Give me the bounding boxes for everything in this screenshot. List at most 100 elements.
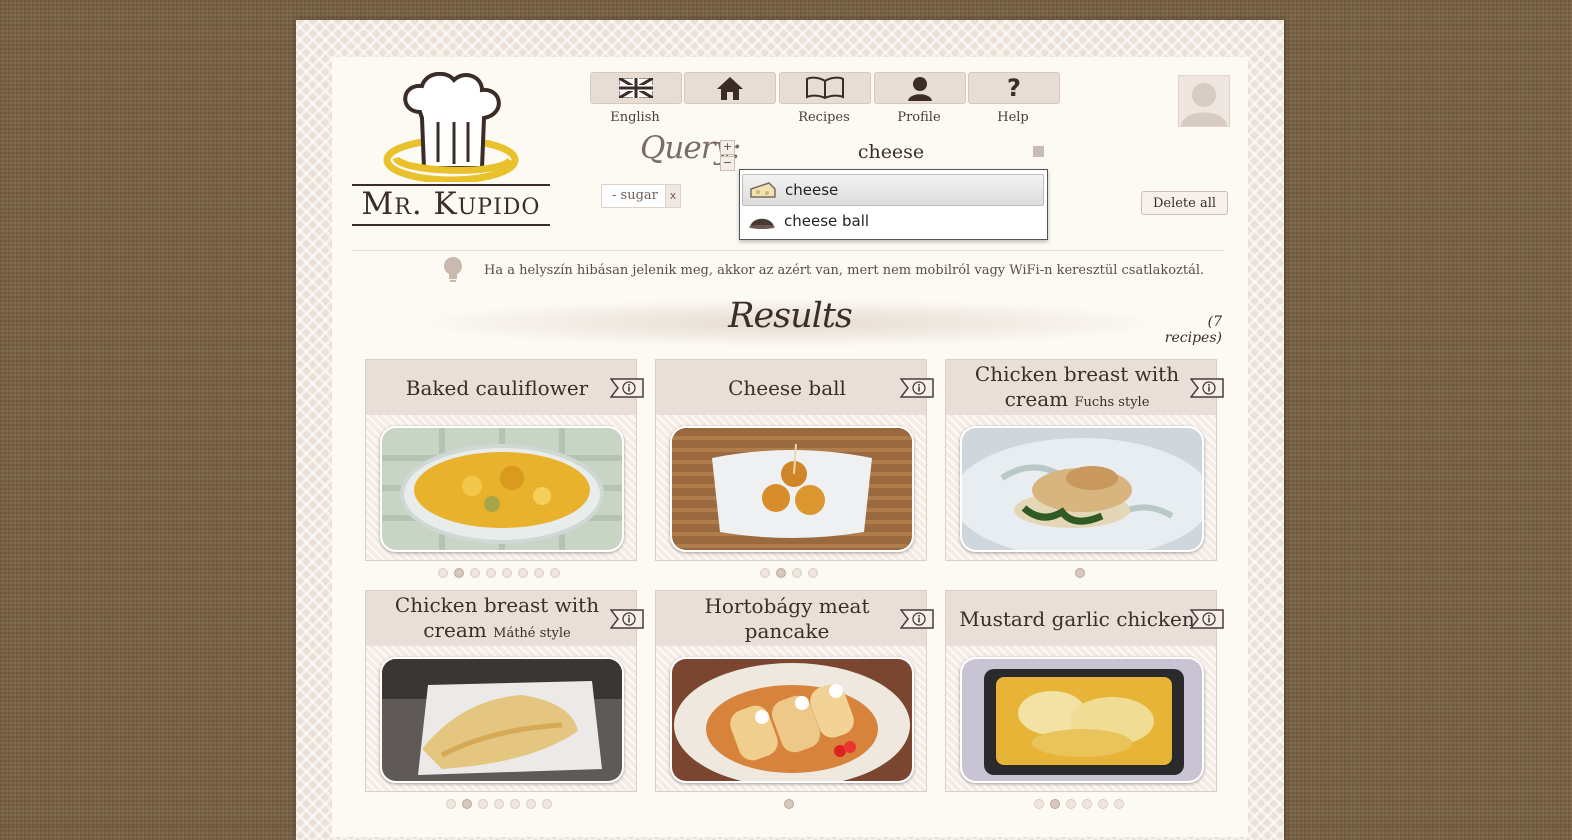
carousel-dot[interactable] bbox=[502, 568, 512, 578]
question-icon: ? bbox=[1007, 74, 1021, 102]
filter-tag-label: - sugar bbox=[612, 188, 658, 203]
recipe-title-text: Hortobágy meat pancake bbox=[704, 594, 870, 643]
nav-label-profile[interactable]: Profile bbox=[873, 110, 965, 125]
recipe-title-text: Baked cauliflower bbox=[405, 375, 589, 400]
query-increase-button[interactable]: + bbox=[720, 140, 735, 155]
carousel-dot[interactable] bbox=[1050, 799, 1060, 809]
recipe-photo-mustard-garlic-chicken[interactable] bbox=[960, 657, 1204, 783]
logo[interactable]: Mr. Kupido bbox=[350, 71, 552, 232]
recipe-card[interactable]: Chicken breast with cream Fuchs style bbox=[945, 359, 1224, 561]
nav-recipes-button[interactable] bbox=[779, 72, 871, 104]
book-icon bbox=[806, 76, 844, 100]
carousel-dots bbox=[1075, 568, 1085, 578]
carousel-dot[interactable] bbox=[478, 799, 488, 809]
suggestion-item[interactable]: cheese ball bbox=[742, 206, 1042, 236]
carousel-dots bbox=[438, 568, 560, 578]
nav-label-english[interactable]: English bbox=[589, 110, 681, 125]
info-icon[interactable] bbox=[1190, 608, 1224, 630]
filter-tag: - sugar x bbox=[601, 184, 681, 208]
nav-label-help[interactable]: Help bbox=[967, 110, 1059, 125]
carousel-dots bbox=[784, 799, 794, 809]
carousel-dot[interactable] bbox=[518, 568, 528, 578]
carousel-dot[interactable] bbox=[550, 568, 560, 578]
logo-rule bbox=[352, 224, 550, 226]
recipe-subtitle-text: Fuchs style bbox=[1074, 394, 1150, 410]
info-icon[interactable] bbox=[1190, 377, 1224, 399]
carousel-dot[interactable] bbox=[494, 799, 504, 809]
recipe-card-title[interactable]: Hortobágy meat pancake bbox=[666, 594, 908, 643]
recipe-title-text: Cheese ball bbox=[728, 375, 846, 400]
info-icon[interactable] bbox=[900, 608, 934, 630]
nav-label-recipes[interactable]: Recipes bbox=[778, 110, 870, 125]
recipe-photo-chicken-fuchs[interactable] bbox=[960, 426, 1204, 552]
suggestion-label: cheese ball bbox=[784, 212, 870, 230]
suggestion-item[interactable]: cheese bbox=[742, 174, 1044, 206]
divider bbox=[352, 250, 1224, 251]
carousel-dot[interactable] bbox=[760, 568, 770, 578]
carousel-dot[interactable] bbox=[526, 799, 536, 809]
recipe-card[interactable]: Chicken breast with cream Máthé style bbox=[365, 590, 644, 792]
search-input[interactable] bbox=[738, 136, 1044, 168]
carousel-dots bbox=[760, 568, 818, 578]
carousel-dot[interactable] bbox=[784, 799, 794, 809]
uk-flag-icon bbox=[619, 78, 653, 98]
carousel-dot[interactable] bbox=[510, 799, 520, 809]
recipe-card[interactable]: Baked cauliflower bbox=[365, 359, 644, 561]
carousel-dot[interactable] bbox=[1082, 799, 1092, 809]
lightbulb-icon bbox=[442, 256, 464, 284]
carousel-dots bbox=[1034, 799, 1124, 809]
carousel-dots bbox=[446, 799, 552, 809]
nav-home-button[interactable] bbox=[684, 72, 776, 104]
carousel-dot[interactable] bbox=[776, 568, 786, 578]
chef-hat-icon bbox=[383, 71, 519, 184]
carousel-dot[interactable] bbox=[1098, 799, 1108, 809]
query-decrease-button[interactable]: − bbox=[720, 156, 735, 171]
recipe-photo-cheese-ball[interactable] bbox=[670, 426, 914, 552]
recipe-card[interactable]: Hortobágy meat pancake bbox=[655, 590, 934, 792]
recipe-photo-hortobagy-pancake[interactable] bbox=[670, 657, 914, 783]
home-icon bbox=[717, 77, 743, 100]
recipe-card-title[interactable]: Chicken breast with cream Máthé style bbox=[376, 593, 618, 643]
avatar[interactable] bbox=[1178, 75, 1230, 127]
recipe-card-title[interactable]: Cheese ball bbox=[666, 364, 908, 412]
suggestion-dropdown: cheese cheese ball bbox=[739, 169, 1048, 240]
user-icon bbox=[908, 77, 932, 101]
recipe-card[interactable]: Cheese ball bbox=[655, 359, 934, 561]
recipe-card-title[interactable]: Mustard garlic chicken bbox=[956, 595, 1198, 643]
filter-tag-remove-button[interactable]: x bbox=[665, 185, 680, 207]
nav-help-button[interactable]: ? bbox=[968, 72, 1060, 104]
carousel-dot[interactable] bbox=[438, 568, 448, 578]
nav-profile-button[interactable] bbox=[874, 72, 966, 104]
cheese-ball-icon bbox=[749, 218, 775, 229]
carousel-dot[interactable] bbox=[486, 568, 496, 578]
cheese-icon bbox=[750, 182, 776, 198]
carousel-dot[interactable] bbox=[462, 799, 472, 809]
recipe-photo-baked-cauliflower[interactable] bbox=[380, 426, 624, 552]
carousel-dot[interactable] bbox=[792, 568, 802, 578]
carousel-dot[interactable] bbox=[446, 799, 456, 809]
carousel-dot[interactable] bbox=[1034, 799, 1044, 809]
info-icon[interactable] bbox=[610, 377, 644, 399]
recipe-photo-chicken-mathe[interactable] bbox=[380, 657, 624, 783]
carousel-dot[interactable] bbox=[1066, 799, 1076, 809]
carousel-dot[interactable] bbox=[808, 568, 818, 578]
results-count: (7 recipes) bbox=[1164, 314, 1222, 346]
info-icon[interactable] bbox=[900, 377, 934, 399]
recipe-subtitle-text: Máthé style bbox=[493, 625, 571, 641]
suggestion-label: cheese bbox=[785, 181, 839, 199]
nav-language-button[interactable] bbox=[590, 72, 682, 104]
search-clear-button[interactable] bbox=[1033, 146, 1044, 157]
recipe-card[interactable]: Mustard garlic chicken bbox=[945, 590, 1224, 792]
recipe-card-title[interactable]: Baked cauliflower bbox=[376, 364, 618, 412]
carousel-dot[interactable] bbox=[542, 799, 552, 809]
recipe-card-title[interactable]: Chicken breast with cream Fuchs style bbox=[956, 362, 1198, 412]
carousel-dot[interactable] bbox=[1114, 799, 1124, 809]
carousel-dot[interactable] bbox=[1075, 568, 1085, 578]
logo-text: Mr. Kupido bbox=[361, 186, 541, 222]
carousel-dot[interactable] bbox=[470, 568, 480, 578]
avatar-silhouette-icon bbox=[1181, 83, 1227, 126]
carousel-dot[interactable] bbox=[534, 568, 544, 578]
delete-all-button[interactable]: Delete all bbox=[1141, 191, 1228, 215]
info-icon[interactable] bbox=[610, 608, 644, 630]
carousel-dot[interactable] bbox=[454, 568, 464, 578]
